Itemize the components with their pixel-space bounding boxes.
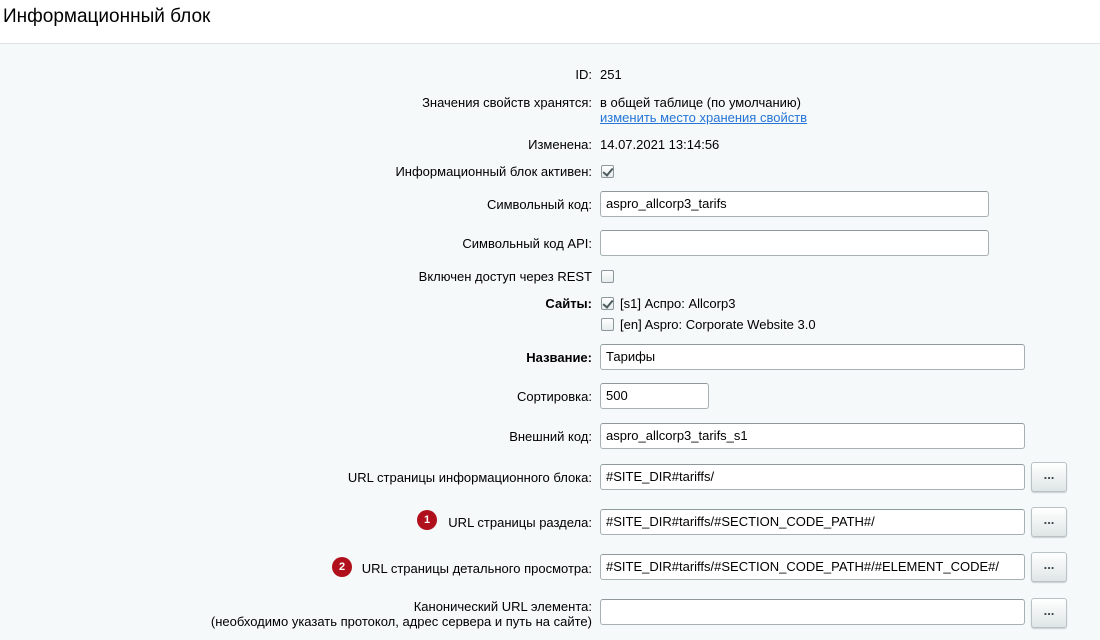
modified-value: 14.07.2021 13:14:56 — [600, 137, 720, 152]
code-input[interactable]: aspro_allcorp3_tarifs — [600, 191, 989, 217]
api-code-input[interactable] — [600, 230, 989, 256]
active-checkbox[interactable] — [601, 165, 614, 178]
modified-label: Изменена: — [528, 137, 592, 152]
active-label: Информационный блок активен: — [395, 164, 592, 179]
id-label: ID: — [575, 67, 592, 82]
detail-url-input[interactable]: #SITE_DIR#tariffs/#SECTION_CODE_PATH#/#E… — [600, 554, 1025, 580]
page-title: Информационный блок — [3, 6, 211, 27]
sort-input[interactable]: 500 — [600, 383, 709, 409]
section-url-input[interactable]: #SITE_DIR#tariffs/#SECTION_CODE_PATH#/ — [600, 509, 1025, 535]
canonical-url-label: Канонический URL элемента: — [413, 599, 592, 614]
canonical-url-hint: (необходимо указать протокол, адрес серв… — [210, 614, 592, 629]
name-input[interactable]: Тарифы — [600, 344, 1025, 370]
sites-label: Сайты: — [545, 296, 592, 311]
canonical-url-input[interactable] — [600, 599, 1025, 625]
change-storage-link[interactable]: изменить место хранения свойств — [600, 110, 807, 125]
site-en-label: [en] Aspro: Corporate Website 3.0 — [620, 317, 816, 332]
detail-url-label: URL страницы детального просмотра: — [361, 561, 592, 576]
canonical-url-picker-button[interactable]: ... — [1031, 598, 1067, 628]
sort-label: Сортировка: — [517, 389, 592, 404]
external-code-input[interactable]: aspro_allcorp3_tarifs_s1 — [600, 423, 1025, 449]
annotation-badge-2: 2 — [332, 557, 352, 577]
annotation-badge-1: 1 — [417, 510, 437, 530]
list-url-label: URL страницы информационного блока: — [347, 470, 592, 485]
storage-value: в общей таблице (по умолчанию) — [600, 95, 802, 110]
list-url-picker-button[interactable]: ... — [1031, 462, 1067, 492]
section-url-picker-button[interactable]: ... — [1031, 507, 1067, 537]
code-label: Символьный код: — [486, 197, 592, 212]
section-url-label: URL страницы раздела: — [448, 515, 592, 530]
site-s1-label: [s1] Аспро: Allcorp3 — [620, 296, 736, 311]
rest-label: Включен доступ через REST — [418, 269, 592, 284]
list-url-input[interactable]: #SITE_DIR#tariffs/ — [600, 464, 1025, 490]
rest-checkbox[interactable] — [601, 270, 614, 283]
storage-label: Значения свойств хранятся: — [422, 95, 592, 110]
page-header: Информационный блок — [0, 0, 1100, 44]
name-label: Название: — [526, 350, 592, 365]
site-s1-checkbox[interactable] — [601, 297, 614, 310]
external-code-label: Внешний код: — [509, 429, 592, 444]
detail-url-picker-button[interactable]: ... — [1031, 552, 1067, 582]
api-code-label: Символьный код API: — [462, 236, 592, 251]
site-en-checkbox[interactable] — [601, 318, 614, 331]
id-value: 251 — [600, 67, 622, 82]
